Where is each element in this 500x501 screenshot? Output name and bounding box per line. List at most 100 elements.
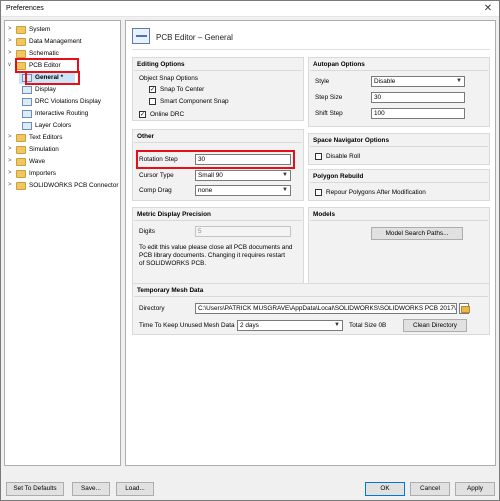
group-title: Space Navigator Options (313, 137, 389, 144)
browse-folder-icon[interactable] (459, 303, 470, 314)
folder-icon (16, 134, 26, 142)
group-divider (134, 220, 302, 221)
close-icon[interactable]: ✕ (481, 3, 495, 15)
temporary-mesh-data-group: Temporary Mesh Data Directory C:\Users\P… (132, 283, 490, 335)
group-title: Editing Options (137, 61, 185, 68)
models-group: Models Model Search Paths... (308, 207, 490, 291)
cursor-type-select[interactable]: Small 90 ▼ (195, 170, 291, 181)
autopan-style-select[interactable]: Disable ▼ (371, 76, 465, 87)
tree-item-interactive-routing[interactable]: Interactive Routing (19, 109, 119, 120)
expand-icon[interactable]: > (8, 134, 14, 140)
keep-unused-label: Time To Keep Unused Mesh Data (139, 322, 235, 329)
cancel-button[interactable]: Cancel (410, 482, 450, 496)
tree-item-label: SOLIDWORKS PCB Connector (29, 182, 119, 189)
collapse-icon[interactable]: v (8, 62, 14, 68)
window-title: Preferences (6, 5, 44, 12)
folder-icon (16, 38, 26, 46)
chevron-down-icon: ▼ (282, 187, 288, 193)
tree-item-label: Interactive Routing (35, 110, 89, 117)
autopan-options-group: Autopan Options Style Disable ▼ Step Siz… (308, 57, 490, 127)
folder-icon (16, 146, 26, 154)
other-group: Other Rotation Step 30 Cursor Type Small… (132, 129, 304, 201)
style-label: Style (315, 78, 330, 85)
tree-item-data-management[interactable]: > Data Management (8, 37, 120, 48)
page-icon (22, 86, 32, 94)
metric-note-line-2: PCB library documents. Changing it requi… (139, 252, 285, 259)
page-icon (22, 98, 32, 106)
snap-to-center-checkbox[interactable]: ✓ (149, 86, 156, 93)
group-title: Models (313, 211, 336, 218)
ok-button[interactable]: OK (365, 482, 405, 496)
tree-item-wave[interactable]: > Wave (8, 157, 120, 168)
clean-directory-button[interactable]: Clean Directory (403, 319, 467, 332)
object-snap-label: Object Snap Options (139, 75, 198, 82)
comp-drag-select[interactable]: none ▼ (195, 185, 291, 196)
expand-icon[interactable]: > (8, 170, 14, 176)
group-title: Other (137, 133, 155, 140)
step-size-input[interactable]: 30 (371, 92, 465, 103)
tree-item-layer-colors[interactable]: Layer Colors (19, 121, 119, 132)
tree-item-text-editors[interactable]: > Text Editors (8, 133, 120, 144)
expand-icon[interactable]: > (8, 26, 14, 32)
chevron-down-icon: ▼ (456, 78, 462, 84)
tree-item-label: Schematic (29, 50, 59, 57)
tree-item-importers[interactable]: > Importers (8, 169, 120, 180)
polygon-rebuild-group: Polygon Rebuild Repour Polygons After Mo… (308, 169, 490, 201)
tree-item-label: System (29, 26, 51, 33)
expand-icon[interactable]: > (8, 50, 14, 56)
tree-item-label: Text Editors (29, 134, 63, 141)
chevron-down-icon: ▼ (334, 322, 340, 328)
folder-icon (16, 50, 26, 58)
pcb-editor-page-icon (132, 28, 150, 44)
set-to-defaults-button[interactable]: Set To Defaults (6, 482, 64, 496)
highlight-general (25, 71, 80, 85)
metric-note-line-1: To edit this value please close all PCB … (139, 244, 293, 251)
tree-item-label: Simulation (29, 146, 59, 153)
tree-item-solidworks-pcb-connector[interactable]: > SOLIDWORKS PCB Connector (8, 181, 120, 192)
tree-item-system[interactable]: > System (8, 25, 120, 36)
online-drc-label: Online DRC (150, 111, 185, 118)
shift-step-input[interactable]: 100 (371, 108, 465, 119)
disable-roll-checkbox[interactable] (315, 153, 322, 160)
title-bar: Preferences ✕ (1, 1, 499, 17)
keep-unused-value: 2 days (240, 322, 259, 329)
directory-input[interactable]: C:\Users\PATRICK MUSGRAVE\AppData\Local\… (195, 303, 457, 314)
expand-icon[interactable]: > (8, 146, 14, 152)
metric-note-line-3: of SOLIDWORKS PCB. (139, 260, 207, 267)
group-divider (134, 142, 302, 143)
tree-item-label: Wave (29, 158, 46, 165)
space-navigator-group: Space Navigator Options Disable Roll (308, 133, 490, 165)
load-button[interactable]: Load... (116, 482, 154, 496)
smart-component-snap-label: Smart Component Snap (160, 98, 229, 105)
group-title: Autopan Options (313, 61, 365, 68)
keep-unused-select[interactable]: 2 days ▼ (237, 320, 343, 331)
group-divider (134, 70, 302, 71)
expand-icon[interactable]: > (8, 182, 14, 188)
tree-item-display[interactable]: Display (19, 85, 119, 96)
apply-button[interactable]: Apply (455, 482, 495, 496)
online-drc-checkbox[interactable]: ✓ (139, 111, 146, 118)
expand-icon[interactable]: > (8, 38, 14, 44)
digits-label: Digits (139, 228, 155, 235)
model-search-paths-button[interactable]: Model Search Paths... (371, 227, 463, 240)
tree-item-label: Display (35, 86, 56, 93)
folder-icon (16, 26, 26, 34)
disable-roll-label: Disable Roll (326, 153, 361, 160)
tree-item-drc-violations-display[interactable]: DRC Violations Display (19, 97, 119, 108)
save-button[interactable]: Save... (72, 482, 110, 496)
page-title: PCB Editor – General (156, 33, 233, 42)
chevron-down-icon: ▼ (282, 172, 288, 178)
smart-component-snap-checkbox[interactable] (149, 98, 156, 105)
total-size-label: Total Size 0B (349, 322, 387, 329)
group-divider (310, 220, 488, 221)
folder-icon (16, 170, 26, 178)
tree-item-simulation[interactable]: > Simulation (8, 145, 120, 156)
tree-item-label: Layer Colors (35, 122, 72, 129)
cursor-type-value: Small 90 (198, 172, 223, 179)
tree-item-label: Importers (29, 170, 56, 177)
comp-drag-label: Comp Drag (139, 187, 172, 194)
preferences-tree[interactable]: > System > Data Management > Schematic v… (4, 20, 121, 466)
expand-icon[interactable]: > (8, 158, 14, 164)
repour-polygons-checkbox[interactable] (315, 189, 322, 196)
group-divider (310, 146, 488, 147)
